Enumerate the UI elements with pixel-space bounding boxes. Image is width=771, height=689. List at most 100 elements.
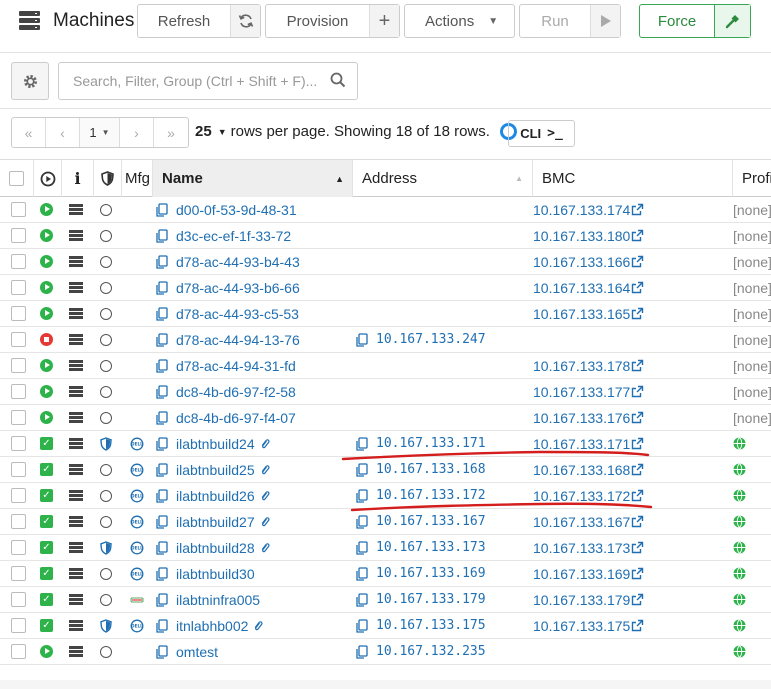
- machine-name-link[interactable]: d78-ac-44-93-b4-43: [176, 254, 300, 270]
- external-link-icon[interactable]: [630, 541, 644, 554]
- external-link-icon[interactable]: [630, 437, 644, 450]
- table-row[interactable]: ✓ DELL ilabtnbuild28 10.167.133.173 10.167.1…: [0, 535, 771, 561]
- table-row[interactable]: ✓ DELL ilabtnbuild25 10.167.133.168 10.167.1…: [0, 457, 771, 483]
- external-link-icon[interactable]: [630, 463, 644, 476]
- machine-name-link[interactable]: itnlabhb002: [176, 618, 248, 634]
- run-button[interactable]: Run: [519, 4, 621, 38]
- last-page-button[interactable]: »: [154, 118, 188, 147]
- external-link-icon[interactable]: [630, 203, 644, 216]
- page-select[interactable]: 1 ▼: [80, 118, 120, 147]
- external-link-icon[interactable]: [630, 307, 644, 320]
- row-checkbox[interactable]: [11, 306, 26, 321]
- row-checkbox[interactable]: [11, 410, 26, 425]
- row-checkbox[interactable]: [11, 592, 26, 607]
- copy-icon[interactable]: [155, 358, 176, 373]
- address-link[interactable]: 10.167.133.175: [376, 618, 486, 633]
- machine-name-link[interactable]: d78-ac-44-94-13-76: [176, 332, 300, 348]
- external-link-icon[interactable]: [630, 229, 644, 242]
- external-link-icon[interactable]: [630, 489, 644, 502]
- copy-icon[interactable]: [155, 436, 176, 451]
- bmc-column-header[interactable]: BMC: [533, 160, 733, 197]
- search-icon[interactable]: [329, 71, 347, 89]
- external-link-icon[interactable]: [630, 619, 644, 632]
- row-checkbox[interactable]: [11, 358, 26, 373]
- table-row[interactable]: ✓ DELL ilabtnbuild30 10.167.133.169 10.167.1…: [0, 561, 771, 587]
- row-checkbox[interactable]: [11, 540, 26, 555]
- copy-icon[interactable]: [155, 280, 176, 295]
- row-checkbox[interactable]: [11, 618, 26, 633]
- copy-icon[interactable]: [355, 436, 376, 451]
- external-link-icon[interactable]: [630, 515, 644, 528]
- copy-icon[interactable]: [355, 644, 376, 659]
- next-page-button[interactable]: ›: [120, 118, 154, 147]
- copy-icon[interactable]: [155, 332, 176, 347]
- bmc-link[interactable]: 10.167.133.176: [533, 410, 630, 426]
- address-link[interactable]: 10.167.133.171: [376, 436, 486, 451]
- address-link[interactable]: 10.167.133.172: [376, 488, 486, 503]
- force-button[interactable]: Force: [639, 4, 751, 38]
- external-link-icon[interactable]: [630, 359, 644, 372]
- profile-column-header[interactable]: Profi: [733, 160, 771, 197]
- copy-icon[interactable]: [155, 410, 176, 425]
- table-row[interactable]: d3c-ec-ef-1f-33-72 10.167.133.180 [none]: [0, 223, 771, 249]
- bmc-link[interactable]: 10.167.133.179: [533, 592, 630, 608]
- copy-icon[interactable]: [155, 566, 176, 581]
- row-checkbox[interactable]: [11, 228, 26, 243]
- name-column-header[interactable]: Name ▲: [153, 160, 353, 197]
- copy-icon[interactable]: [155, 514, 176, 529]
- copy-icon[interactable]: [355, 540, 376, 555]
- table-row[interactable]: d78-ac-44-94-13-76 10.167.133.247 [none]: [0, 327, 771, 353]
- bmc-link[interactable]: 10.167.133.164: [533, 280, 630, 296]
- row-checkbox[interactable]: [11, 332, 26, 347]
- actions-dropdown[interactable]: Actions ▼: [404, 4, 515, 38]
- select-all-checkbox[interactable]: [9, 171, 24, 186]
- machine-name-link[interactable]: dc8-4b-d6-97-f4-07: [176, 410, 296, 426]
- machine-name-link[interactable]: d78-ac-44-93-c5-53: [176, 306, 299, 322]
- horizontal-scrollbar[interactable]: [0, 680, 771, 689]
- row-checkbox[interactable]: [11, 280, 26, 295]
- cli-button[interactable]: CLI >_: [508, 120, 575, 147]
- machine-name-link[interactable]: ilabtnbuild28: [176, 540, 255, 556]
- address-link[interactable]: 10.167.133.169: [376, 566, 486, 581]
- row-checkbox[interactable]: [11, 436, 26, 451]
- table-row[interactable]: d78-ac-44-93-b4-43 10.167.133.166 [none]: [0, 249, 771, 275]
- bmc-link[interactable]: 10.167.133.177: [533, 384, 630, 400]
- bmc-link[interactable]: 10.167.133.169: [533, 566, 630, 582]
- copy-icon[interactable]: [355, 618, 376, 633]
- address-link[interactable]: 10.167.133.167: [376, 514, 486, 529]
- address-link[interactable]: 10.167.132.235: [376, 644, 486, 659]
- settings-button[interactable]: [11, 62, 49, 100]
- machine-name-link[interactable]: ilabtnbuild27: [176, 514, 255, 530]
- machine-name-link[interactable]: ilabtnbuild26: [176, 488, 255, 504]
- bmc-link[interactable]: 10.167.133.174: [533, 202, 630, 218]
- address-link[interactable]: 10.167.133.173: [376, 540, 486, 555]
- bmc-link[interactable]: 10.167.133.167: [533, 514, 630, 530]
- rows-per-page-select[interactable]: 25: [195, 123, 212, 140]
- machine-name-link[interactable]: d3c-ec-ef-1f-33-72: [176, 228, 291, 244]
- machine-name-link[interactable]: d00-0f-53-9d-48-31: [176, 202, 297, 218]
- table-row[interactable]: dc8-4b-d6-97-f2-58 10.167.133.177 [none]: [0, 379, 771, 405]
- machine-name-link[interactable]: ilabtnbuild25: [176, 462, 255, 478]
- table-row[interactable]: d00-0f-53-9d-48-31 10.167.133.174 [none]: [0, 197, 771, 223]
- external-link-icon[interactable]: [630, 567, 644, 580]
- copy-icon[interactable]: [155, 488, 176, 503]
- row-checkbox[interactable]: [11, 488, 26, 503]
- table-row[interactable]: d78-ac-44-93-c5-53 10.167.133.165 [none]: [0, 301, 771, 327]
- bmc-link[interactable]: 10.167.133.165: [533, 306, 630, 322]
- row-checkbox[interactable]: [11, 566, 26, 581]
- rows-per-page-caret-icon[interactable]: ▼: [218, 127, 227, 137]
- row-checkbox[interactable]: [11, 514, 26, 529]
- copy-icon[interactable]: [355, 566, 376, 581]
- external-link-icon[interactable]: [630, 411, 644, 424]
- machine-name-link[interactable]: dc8-4b-d6-97-f2-58: [176, 384, 296, 400]
- copy-icon[interactable]: [155, 306, 176, 321]
- table-row[interactable]: omtest 10.167.132.235: [0, 639, 771, 665]
- bmc-link[interactable]: 10.167.133.172: [533, 488, 630, 504]
- machine-name-link[interactable]: omtest: [176, 644, 218, 660]
- table-row[interactable]: dc8-4b-d6-97-f4-07 10.167.133.176 [none]: [0, 405, 771, 431]
- bmc-link[interactable]: 10.167.133.168: [533, 462, 630, 478]
- address-link[interactable]: 10.167.133.179: [376, 592, 486, 607]
- machine-name-link[interactable]: ilabtninfra005: [176, 592, 260, 608]
- address-link[interactable]: 10.167.133.247: [376, 332, 486, 347]
- copy-icon[interactable]: [155, 202, 176, 217]
